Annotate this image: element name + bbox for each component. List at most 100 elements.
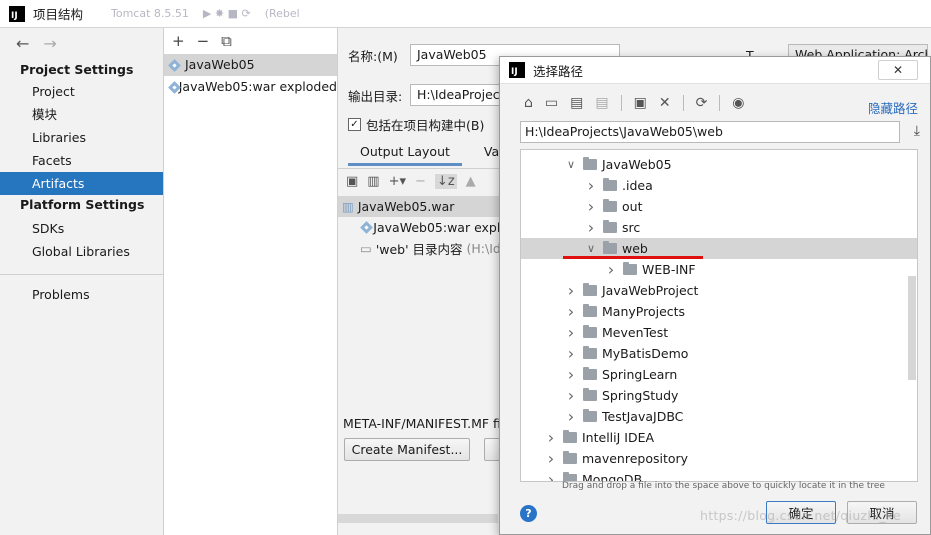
chevron-right-icon[interactable]: › <box>545 428 557 447</box>
folder-icon <box>583 157 597 170</box>
tree-row-label: TestJavaJDBC <box>602 409 684 424</box>
output-tree-label: 'web' 目录内容 <box>375 242 463 257</box>
sidebar-item-artifacts[interactable]: Artifacts <box>0 172 163 195</box>
refresh-icon[interactable]: ⟳ <box>696 95 708 111</box>
chevron-right-icon[interactable]: › <box>565 365 577 384</box>
sidebar-item-problems[interactable]: Problems <box>0 283 163 306</box>
project-folder-icon[interactable]: ▤ <box>570 95 583 111</box>
include-build-row[interactable]: ✓ 包括在项目构建中(B) <box>348 115 484 134</box>
tree-row[interactable]: ∨ JavaWeb05 <box>521 154 917 175</box>
tree-row[interactable]: › mavenrepository <box>521 448 917 469</box>
add-icon[interactable]: + <box>172 32 185 50</box>
artifact-icon <box>168 59 181 72</box>
chevron-right-icon[interactable]: › <box>565 323 577 342</box>
home-icon[interactable]: ⌂ <box>524 95 533 111</box>
tree-row[interactable]: › .idea <box>521 175 917 196</box>
copy-icon[interactable]: ⧉ <box>221 32 232 50</box>
chevron-right-icon[interactable]: › <box>585 197 597 216</box>
back-arrow-icon[interactable]: ← <box>16 34 29 53</box>
chevron-right-icon[interactable]: › <box>565 302 577 321</box>
chevron-right-icon[interactable]: › <box>545 449 557 468</box>
move-up-icon[interactable]: ▲ <box>466 174 476 189</box>
output-tree-row[interactable]: JavaWeb05:war explo <box>338 217 508 238</box>
vertical-scrollbar[interactable] <box>908 276 916 380</box>
toolbar-separator <box>620 95 622 111</box>
toolbar-separator <box>719 95 721 111</box>
tree-row[interactable]: › ManyProjects <box>521 301 917 322</box>
sidebar-item-sdks[interactable]: SDKs <box>0 217 163 240</box>
delete-icon[interactable]: ✕ <box>659 95 671 111</box>
tree-row-label: .idea <box>622 178 653 193</box>
sort-icon[interactable]: ↓z <box>434 174 457 189</box>
output-tree-label: JavaWeb05:war explo <box>373 220 508 235</box>
sidebar-item-libraries[interactable]: Libraries <box>0 126 163 149</box>
tree-row-label: out <box>622 199 643 214</box>
output-dir-label: 输出目录: <box>348 88 403 104</box>
chevron-right-icon[interactable]: › <box>565 407 577 426</box>
window-title: 项目结构 <box>33 7 84 22</box>
show-hidden-icon[interactable]: ◉ <box>732 95 744 111</box>
chevron-right-icon[interactable]: › <box>585 218 597 237</box>
artifact-item[interactable]: JavaWeb05:war exploded <box>164 76 337 98</box>
new-folder-icon[interactable]: ▣ <box>634 95 647 111</box>
desktop-icon[interactable]: ▭ <box>545 95 558 111</box>
tree-row[interactable]: › SpringLearn <box>521 364 917 385</box>
tree-row[interactable]: › JavaWebProject <box>521 280 917 301</box>
manifest-text: META-INF/MANIFEST.MF fi <box>343 416 501 431</box>
chevron-down-icon[interactable]: ∨ <box>585 242 597 255</box>
output-dir-row: 输出目录: H:\IdeaProject <box>348 84 510 106</box>
tree-row-label: MevenTest <box>602 325 669 340</box>
choose-path-dialog: IJ 选择路径 ✕ ⌂ ▭ ▤ ▤ ▣ ✕ ⟳ ◉ 隐藏路径 H:\IdeaPr… <box>499 56 931 535</box>
include-build-checkbox[interactable]: ✓ <box>348 118 361 131</box>
sidebar-item-facets[interactable]: Facets <box>0 149 163 172</box>
artifact-list-toolbar: + − ⧉ <box>164 28 337 54</box>
horizontal-scrollbar[interactable] <box>338 514 498 523</box>
tree-row[interactable]: › src <box>521 217 917 238</box>
close-icon[interactable]: ✕ <box>878 60 918 80</box>
tree-row[interactable]: › out <box>521 196 917 217</box>
remove-icon[interactable]: − <box>197 32 210 50</box>
tree-row[interactable]: › IntelliJ IDEA <box>521 427 917 448</box>
tree-row[interactable]: › MyBatisDemo <box>521 343 917 364</box>
output-tree-row[interactable]: ▥ JavaWeb05.war <box>338 196 508 217</box>
add-copy-icon[interactable]: +▾ <box>389 174 406 189</box>
folder-icon <box>583 388 597 401</box>
chevron-right-icon[interactable]: › <box>605 260 617 279</box>
folder-icon <box>583 409 597 422</box>
forward-arrow-icon[interactable]: → <box>43 34 56 53</box>
chevron-down-icon[interactable]: ∨ <box>565 158 577 171</box>
sidebar-item-modules[interactable]: 模块 <box>0 103 163 126</box>
jrebel-label: (Rebel <box>264 7 300 20</box>
output-dir-input[interactable]: H:\IdeaProject <box>410 84 510 106</box>
chevron-right-icon[interactable]: › <box>565 344 577 363</box>
chevron-right-icon[interactable]: › <box>545 470 557 481</box>
tree-row[interactable]: › MevenTest <box>521 322 917 343</box>
new-folder-icon[interactable]: ▣ <box>346 174 358 189</box>
tree-row-label: mavenrepository <box>582 451 689 466</box>
tab-output-layout[interactable]: Output Layout <box>348 140 462 166</box>
create-manifest-button[interactable]: Create Manifest... <box>344 438 470 461</box>
archive-icon[interactable]: ▥ <box>367 174 379 189</box>
module-folder-icon[interactable]: ▤ <box>595 95 608 111</box>
tree-row[interactable]: › WEB-INF <box>521 259 917 280</box>
tree-row-label: WEB-INF <box>642 262 696 277</box>
chevron-right-icon[interactable]: › <box>565 281 577 300</box>
help-icon[interactable]: ? <box>520 505 537 522</box>
remove-icon[interactable]: − <box>415 174 426 189</box>
path-input[interactable]: H:\IdeaProjects\JavaWeb05\web <box>520 121 900 143</box>
tree-row-label: web <box>622 241 648 256</box>
chevron-right-icon[interactable]: › <box>585 176 597 195</box>
chevron-right-icon[interactable]: › <box>565 386 577 405</box>
download-icon[interactable]: ⤓ <box>914 123 920 139</box>
tree-row[interactable]: › SpringStudy <box>521 385 917 406</box>
output-tree-row[interactable]: ▭ 'web' 目录内容 (H:\Ide <box>338 238 509 259</box>
artifact-label: JavaWeb05:war exploded <box>178 79 337 94</box>
tree-row-label: SpringLearn <box>602 367 678 382</box>
hide-path-link[interactable]: 隐藏路径 <box>868 98 918 117</box>
tree-row[interactable]: › TestJavaJDBC <box>521 406 917 427</box>
sidebar-item-global-libraries[interactable]: Global Libraries <box>0 240 163 263</box>
sidebar-item-project[interactable]: Project <box>0 80 163 103</box>
artifact-item[interactable]: JavaWeb05 <box>164 54 337 76</box>
run-config-label: Tomcat 8.5.51 <box>111 7 189 20</box>
folder-icon <box>563 430 577 443</box>
